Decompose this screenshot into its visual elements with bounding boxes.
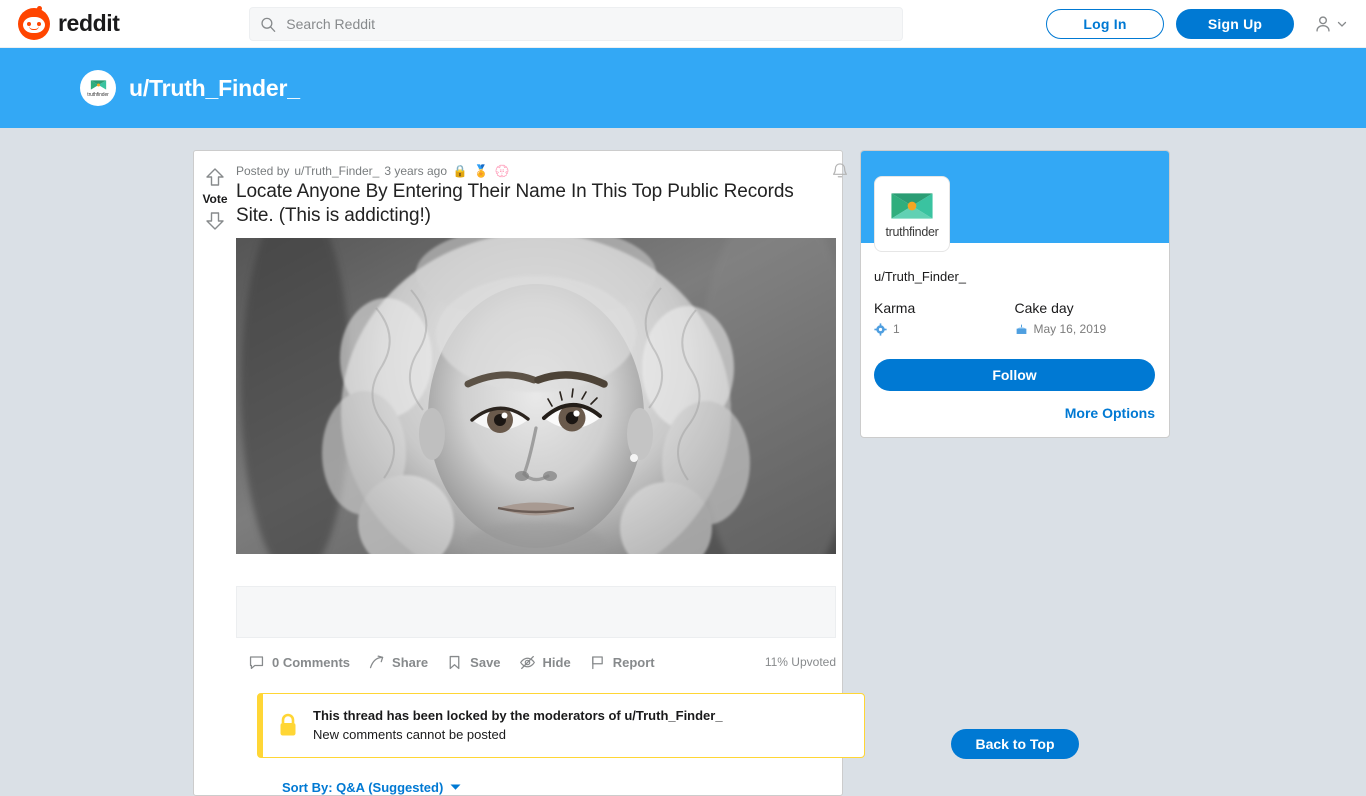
flag-icon bbox=[591, 655, 603, 669]
locked-thread-notice: This thread has been locked by the moder… bbox=[257, 692, 865, 758]
more-options-link[interactable]: More Options bbox=[874, 405, 1155, 421]
comments-button[interactable]: 0 Comments bbox=[248, 654, 350, 671]
karma-value-row: 1 bbox=[874, 322, 1015, 336]
comment-sort-dropdown[interactable]: Sort By: Q&A (Suggested) bbox=[236, 758, 865, 795]
user-profile-card: truthfinder u/Truth_Finder_ Karma 1 Cake… bbox=[860, 150, 1170, 438]
signup-button[interactable]: Sign Up bbox=[1176, 9, 1294, 39]
bookmark-icon bbox=[449, 655, 460, 669]
post-image[interactable] bbox=[236, 237, 836, 554]
search-icon bbox=[261, 17, 276, 32]
post-title[interactable]: Locate Anyone By Entering Their Name In … bbox=[236, 177, 865, 238]
post-content-placeholder bbox=[236, 585, 836, 638]
avatar-wordmark: truthfinder bbox=[87, 91, 109, 98]
site-header: reddit Log In Sign Up bbox=[0, 0, 1366, 48]
locked-text-block: This thread has been locked by the moder… bbox=[313, 706, 723, 745]
post-meta: Posted by u/Truth_Finder_ 3 years ago 🔒 … bbox=[236, 151, 865, 179]
karma-badge-icon bbox=[874, 322, 887, 336]
post-action-bar: 0 Comments Share Save Hide Report 11% Up… bbox=[236, 638, 836, 671]
sidebar-logo: truthfinder bbox=[874, 176, 950, 252]
post-author-link[interactable]: u/Truth_Finder_ bbox=[294, 164, 379, 178]
profile-title: u/Truth_Finder_ bbox=[129, 74, 300, 101]
locked-subtitle: New comments cannot be posted bbox=[313, 727, 506, 743]
karma-label: Karma bbox=[874, 300, 916, 316]
truthfinder-logo-icon bbox=[891, 192, 933, 219]
profile-banner: truthfinder u/Truth_Finder_ bbox=[0, 48, 1366, 128]
lock-closed-icon bbox=[280, 713, 296, 736]
back-to-top-button[interactable]: Back to Top bbox=[951, 729, 1079, 759]
locked-title: This thread has been locked by the moder… bbox=[313, 707, 723, 723]
share-button[interactable]: Share bbox=[368, 654, 428, 671]
notification-bell-icon[interactable] bbox=[829, 161, 851, 183]
post-age: 3 years ago bbox=[384, 164, 448, 178]
upvoted-percentage: 11% Upvoted bbox=[764, 655, 836, 670]
post-meta-prefix: Posted by bbox=[236, 164, 290, 178]
share-label: Share bbox=[392, 654, 429, 670]
share-arrow-icon bbox=[369, 655, 384, 668]
search-bar[interactable] bbox=[249, 7, 903, 41]
cakeday-stat: Cake day May 16, 2019 bbox=[1015, 300, 1156, 336]
sidebar-banner: truthfinder bbox=[861, 151, 1169, 252]
hide-button[interactable]: Hide bbox=[519, 654, 571, 671]
gold-award-icon[interactable]: 🏅 bbox=[473, 163, 489, 179]
vote-column: Vote bbox=[194, 151, 236, 795]
eye-slash-icon bbox=[519, 655, 535, 669]
save-label: Save bbox=[470, 654, 501, 670]
comments-label: 0 Comments bbox=[272, 654, 351, 670]
truthfinder-logo-icon bbox=[90, 79, 106, 90]
karma-stat: Karma 1 bbox=[874, 300, 1015, 336]
page-content: Vote Posted by u/Truth_Finder_ 3 years a… bbox=[0, 128, 1366, 796]
chevron-down-icon bbox=[1337, 21, 1347, 27]
sidebar-stats: Karma 1 Cake day May 16, 2019 bbox=[874, 300, 1155, 336]
cakeday-value-row: May 16, 2019 bbox=[1015, 322, 1156, 336]
post-card: Vote Posted by u/Truth_Finder_ 3 years a… bbox=[193, 150, 865, 796]
user-avatar-icon bbox=[1316, 16, 1330, 32]
reddit-snoo-icon bbox=[18, 5, 50, 40]
karma-value: 1 bbox=[893, 322, 900, 336]
downvote-arrow-icon[interactable] bbox=[203, 209, 227, 233]
report-button[interactable]: Report bbox=[589, 654, 655, 671]
lock-icon[interactable]: 🔒 bbox=[452, 163, 468, 179]
comment-sort-label: Sort By: Q&A (Suggested) bbox=[282, 779, 444, 795]
sidebar-body: u/Truth_Finder_ Karma 1 Cake day May 16,… bbox=[861, 243, 1169, 437]
vote-label: Vote bbox=[202, 192, 228, 206]
profile-avatar[interactable]: truthfinder bbox=[80, 70, 116, 106]
save-button[interactable]: Save bbox=[446, 654, 501, 671]
report-label: Report bbox=[612, 654, 655, 670]
cakeday-value: May 16, 2019 bbox=[1033, 322, 1107, 336]
cake-slice-icon bbox=[1016, 324, 1026, 334]
sidebar-logo-wordmark: truthfinder bbox=[885, 224, 939, 239]
post-main: Posted by u/Truth_Finder_ 3 years ago 🔒 … bbox=[236, 151, 865, 795]
upvote-arrow-icon[interactable] bbox=[203, 165, 227, 189]
cakeday-label: Cake day bbox=[1014, 300, 1074, 316]
search-input[interactable] bbox=[286, 8, 892, 40]
follow-button[interactable]: Follow bbox=[874, 359, 1155, 391]
header-actions: Log In Sign Up bbox=[1046, 0, 1350, 48]
hide-label: Hide bbox=[542, 654, 571, 670]
reddit-home-link[interactable]: reddit bbox=[18, 5, 120, 40]
post-row: Vote Posted by u/Truth_Finder_ 3 years a… bbox=[194, 151, 865, 795]
brand-wordmark: reddit bbox=[58, 10, 120, 36]
sidebar-username: u/Truth_Finder_ bbox=[874, 269, 967, 284]
caret-down-icon bbox=[450, 784, 461, 790]
profile-banner-inner: truthfinder u/Truth_Finder_ bbox=[80, 70, 300, 106]
sidebar: truthfinder u/Truth_Finder_ Karma 1 Cake… bbox=[860, 150, 1170, 438]
comment-bubble-icon bbox=[249, 655, 264, 669]
user-menu-button[interactable] bbox=[1306, 9, 1350, 39]
login-button[interactable]: Log In bbox=[1046, 9, 1164, 39]
blue-award-icon[interactable]: 💮 bbox=[494, 163, 510, 179]
